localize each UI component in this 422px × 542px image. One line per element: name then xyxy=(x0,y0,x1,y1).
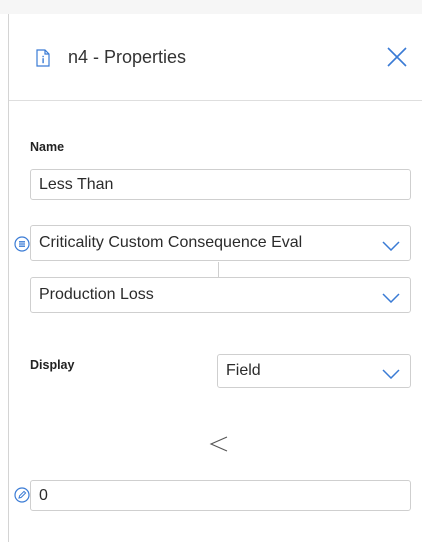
display-select-value: Field xyxy=(226,362,261,379)
value-input-value: 0 xyxy=(39,486,48,504)
name-label: Name xyxy=(30,140,65,154)
query-source-select[interactable]: Criticality Custom Consequence Eval xyxy=(30,225,411,261)
chevron-down-icon xyxy=(382,366,400,380)
field-select-value: Production Loss xyxy=(39,286,154,303)
value-input[interactable]: 0 xyxy=(30,480,411,511)
name-input-value: Less Than xyxy=(39,175,114,193)
chevron-down-icon xyxy=(382,238,400,252)
display-label: Display xyxy=(30,358,75,372)
document-info-icon xyxy=(36,49,50,67)
query-source-select-value: Criticality Custom Consequence Eval xyxy=(39,234,303,251)
name-input[interactable]: Less Than xyxy=(30,169,411,200)
chevron-down-icon xyxy=(382,290,400,304)
query-source-icon xyxy=(14,236,30,252)
panel-title: n4 - Properties xyxy=(68,47,187,67)
properties-panel: n4 - Properties Name Less Than Criticali… xyxy=(8,14,422,542)
panel-header: n4 - Properties xyxy=(9,14,422,101)
field-select[interactable]: Production Loss xyxy=(30,277,411,313)
close-icon[interactable] xyxy=(385,45,409,69)
edit-value-icon xyxy=(14,487,30,503)
display-select[interactable]: Field xyxy=(217,354,411,388)
less-than-icon xyxy=(207,432,231,456)
window-top-strip xyxy=(0,0,422,14)
